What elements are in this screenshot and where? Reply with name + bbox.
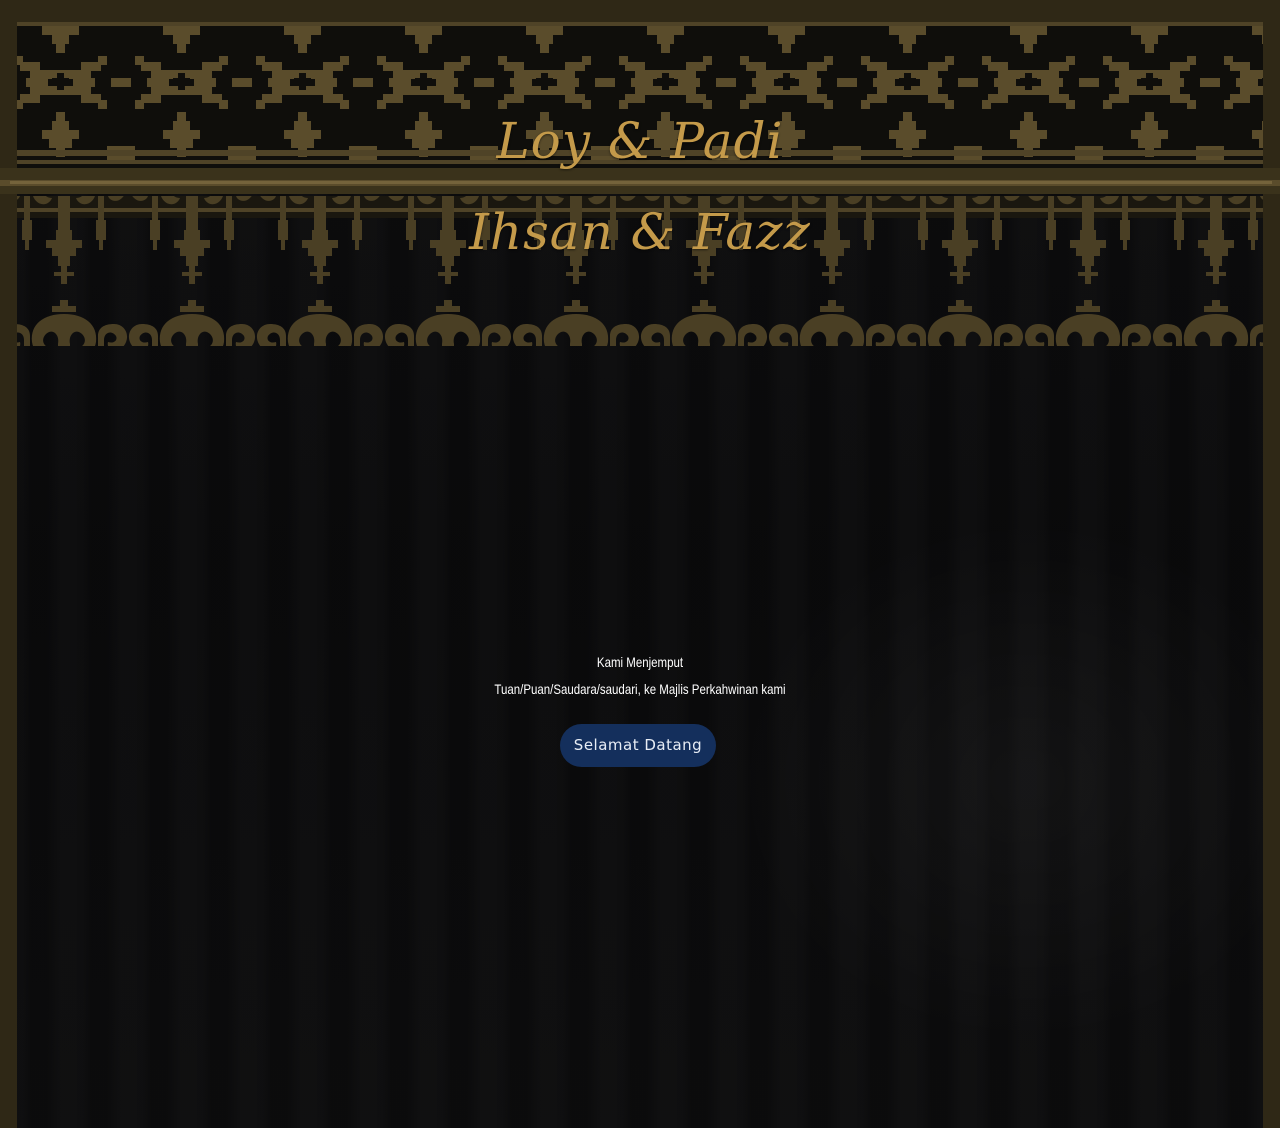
welcome-button[interactable]: Selamat Datang <box>560 724 716 767</box>
songket-border-icon <box>0 0 1280 346</box>
invitation-page: Loy & Padi Ihsan & Fazz Kami Menjemput T… <box>0 0 1280 1128</box>
couple-names-primary: Loy & Padi <box>496 112 784 170</box>
couple-names-secondary: Ihsan & Fazz <box>469 203 811 261</box>
invitation-message: Tuan/Puan/Saudara/saudari, ke Majlis Per… <box>494 681 786 697</box>
invitation-heading: Kami Menjemput <box>596 654 684 670</box>
